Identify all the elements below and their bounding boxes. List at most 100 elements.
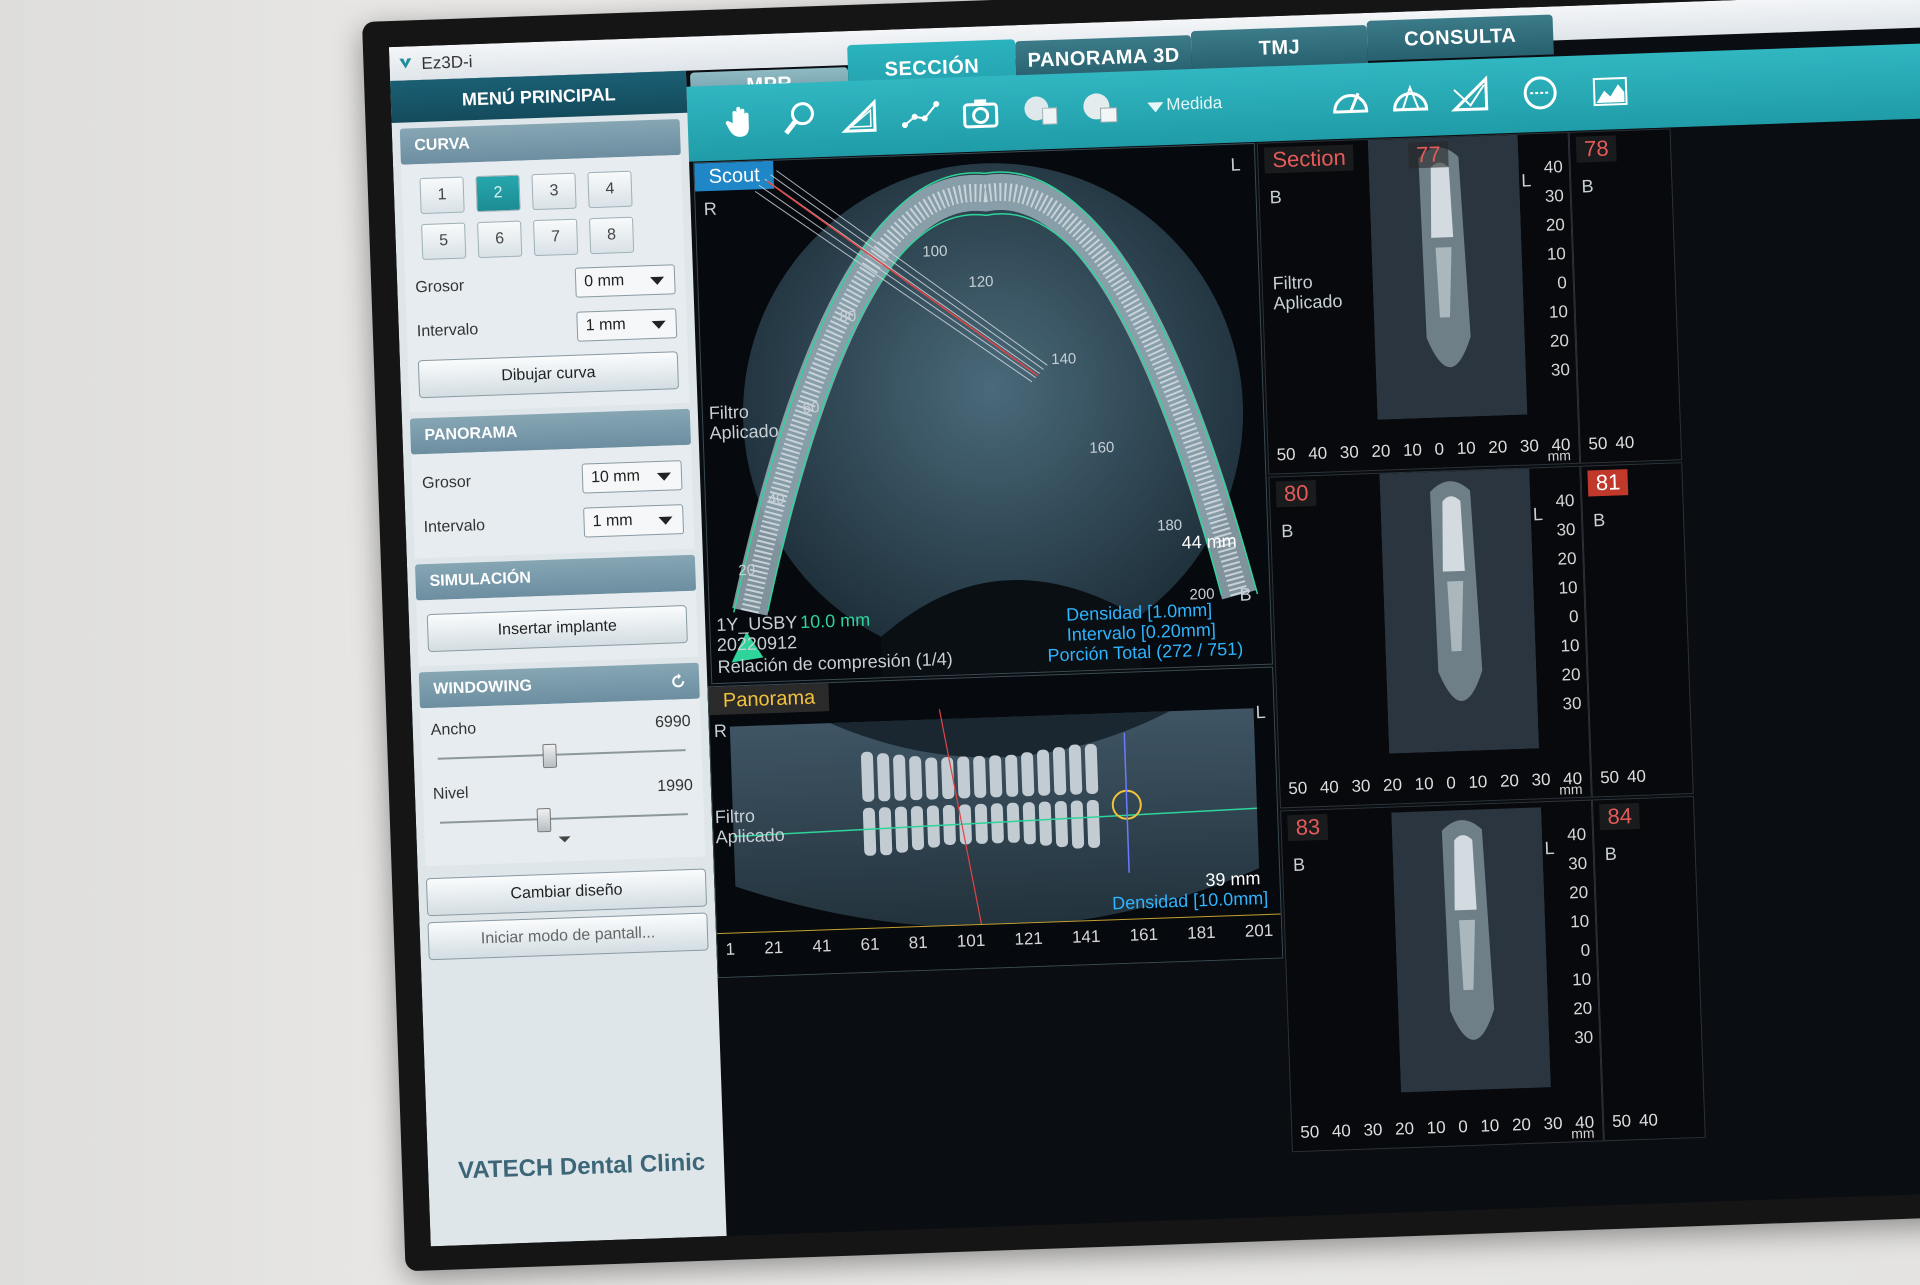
ruler-tick-label: 10 [1548,302,1569,322]
main-menu-title[interactable]: MENÚ PRINCIPAL [390,70,688,124]
ancho-value: 6990 [654,712,691,732]
section-unit-label: mm [1547,447,1572,464]
section-orientation-b: B [1280,520,1294,542]
ruler-tick-label: 20 [1499,771,1520,791]
panorama-intervalo-select[interactable]: 1 mm [583,504,685,538]
section-view[interactable]: B 50 40 78 [1568,128,1683,464]
panorama-grosor-select[interactable]: 10 mm [581,460,683,494]
app-title: Ez3D-i [421,52,473,73]
ruler-tick-label: 30 [1531,769,1551,790]
ruler-tick-label: 161 [1129,924,1159,945]
ruler-tick-label: 30 [1567,853,1588,874]
ruler-tick-label: 20 [1561,664,1581,685]
scout-filter-line1: Filtro [708,401,750,424]
curve-button-2[interactable]: 2 [475,174,521,213]
ancho-label: Ancho [430,720,477,740]
ruler-tick-label: 10 [1402,440,1423,460]
arch-label: 100 [922,242,948,261]
draw-curve-button[interactable]: Dibujar curva [417,351,680,399]
ruler-tick-label: 10 [1560,635,1580,656]
section-xray-image [1379,468,1540,754]
ruler-triangle-icon[interactable] [1445,71,1495,121]
scout-orientation-r: R [703,198,718,220]
curve-button-8[interactable]: 8 [588,216,635,255]
panorama-view[interactable]: Panorama R L Filtro Aplicado 39 mm Densi… [707,666,1284,979]
ruler-tick-label: 30 [1363,1120,1383,1140]
section-vertical-ruler: 40 30 20 10 0 10 20 30 [1567,825,1594,1049]
curve-button-5[interactable]: 5 [421,222,467,261]
ruler-tick-label: 40 [1566,824,1587,845]
section-view[interactable]: 40 30 20 10 0 10 20 30 50 40 30 20 10 0 10 20 30 40 mm B L 80 [1268,465,1592,809]
ruler-tick-label: 40 [1543,157,1564,177]
section-view[interactable]: 40 30 20 10 0 10 20 30 50 40 30 20 10 0 10 20 30 40 mm B L 83 [1280,799,1604,1153]
curve-button-3[interactable]: 3 [531,172,577,211]
section-title: Section [1263,144,1355,174]
scout-view[interactable]: Scout R L B Filtro Aplicado 20 40 60 80 … [693,142,1273,685]
ruler-tick-label: 50 [1287,778,1308,799]
ruler-tick-label: 141 [1071,926,1101,947]
circle-measure-icon[interactable] [1515,68,1565,118]
change-layout-button[interactable]: Cambiar diseño [425,868,708,917]
curve-button-6[interactable]: 6 [477,220,523,259]
panorama-orientation-l: L [1255,701,1266,723]
section-view[interactable]: B 50 40 84 [1591,795,1706,1142]
refresh-icon[interactable] [669,672,688,691]
app-logo-icon [399,58,412,69]
zoom-magnifier-icon[interactable] [776,94,826,144]
ruler-tick-label: 30 [1562,693,1582,714]
scout-thickness-label: 10.0 mm [799,609,871,633]
save-disk-icon[interactable] [1076,83,1126,133]
expand-chevron-icon[interactable] [556,834,572,845]
windowing-header[interactable]: WINDOWING [433,677,532,698]
ruler-tick-label: 0 [1445,773,1457,793]
section-view[interactable]: 40 30 20 10 0 10 20 30 50 40 30 20 10 0 10 20 30 40 mm B L Fi… [1256,131,1581,475]
arch-label: 20 [738,561,756,580]
camera-icon[interactable] [956,88,1006,138]
section-unit-label: mm [1558,780,1583,798]
polyline-icon[interactable] [896,90,946,140]
panorama-intervalo-label: Intervalo [423,517,486,537]
pan-hand-icon[interactable] [716,96,766,146]
curve-button-7[interactable]: 7 [533,218,579,257]
curva-grosor-select[interactable]: 0 mm [574,264,676,298]
arch-label: 180 [1156,516,1183,535]
panorama-grosor-label: Grosor [421,473,472,493]
insert-implant-button[interactable]: Insertar implante [426,605,688,653]
tab-consulta[interactable]: CONSULTA [1366,14,1554,61]
curve-button-1[interactable]: 1 [419,176,465,215]
scout-date-label: 20220912 [716,632,798,655]
ruler-tick-label: 81 [908,932,928,953]
histogram-icon[interactable] [1585,66,1635,116]
scout-orientation-l: L [1230,154,1241,175]
section-number: 78 [1575,135,1618,163]
ruler-tick-label: 201 [1244,920,1274,941]
section-number: 84 [1599,802,1641,831]
measure-label: Medida [1166,93,1223,114]
section-view[interactable]: B 50 40 81 [1580,462,1694,798]
ruler-tick-label: 50 [1299,1122,1320,1142]
section-horizontal-ruler: 50 40 30 20 10 0 10 20 30 40 [1300,1113,1595,1143]
curva-intervalo-select[interactable]: 1 mm [576,308,678,342]
ruler-tick-label: 10 [1480,1115,1500,1136]
section-number: 83 [1287,813,1329,842]
nivel-slider-thumb[interactable] [536,807,552,833]
ruler-tick-label: 40 [1307,443,1328,464]
curve-button-4[interactable]: 4 [587,170,633,209]
angle-gauge-icon[interactable] [1385,73,1435,123]
ruler-tick-label: 181 [1186,922,1216,943]
ruler-tick-label: 40 [1331,1121,1352,1141]
section-horizontal-ruler: 50 40 [1588,432,1673,455]
panorama-section: PANORAMA Grosor 10 mm Intervalo 1 mm [409,408,695,559]
section-orientation-b: B [1592,509,1606,531]
section-horizontal-ruler: 50 40 [1612,1109,1697,1132]
fullscreen-mode-button[interactable]: Iniciar modo de pantall... [427,912,709,961]
report-icon[interactable] [1016,86,1066,136]
arch-label: 140 [1050,350,1077,369]
angle-measure-icon[interactable] [836,92,886,142]
gauge-measure-icon[interactable] [1325,75,1375,125]
monitor: Ez3D-i MPR SECCIÓN PANORAMA 3D TMJ CONSU… [362,0,1920,1272]
arch-label: 160 [1089,439,1115,457]
ruler-tick-label: 20 [1511,1114,1532,1135]
ancho-slider-thumb[interactable] [542,743,558,769]
arch-label: 40 [767,490,785,509]
